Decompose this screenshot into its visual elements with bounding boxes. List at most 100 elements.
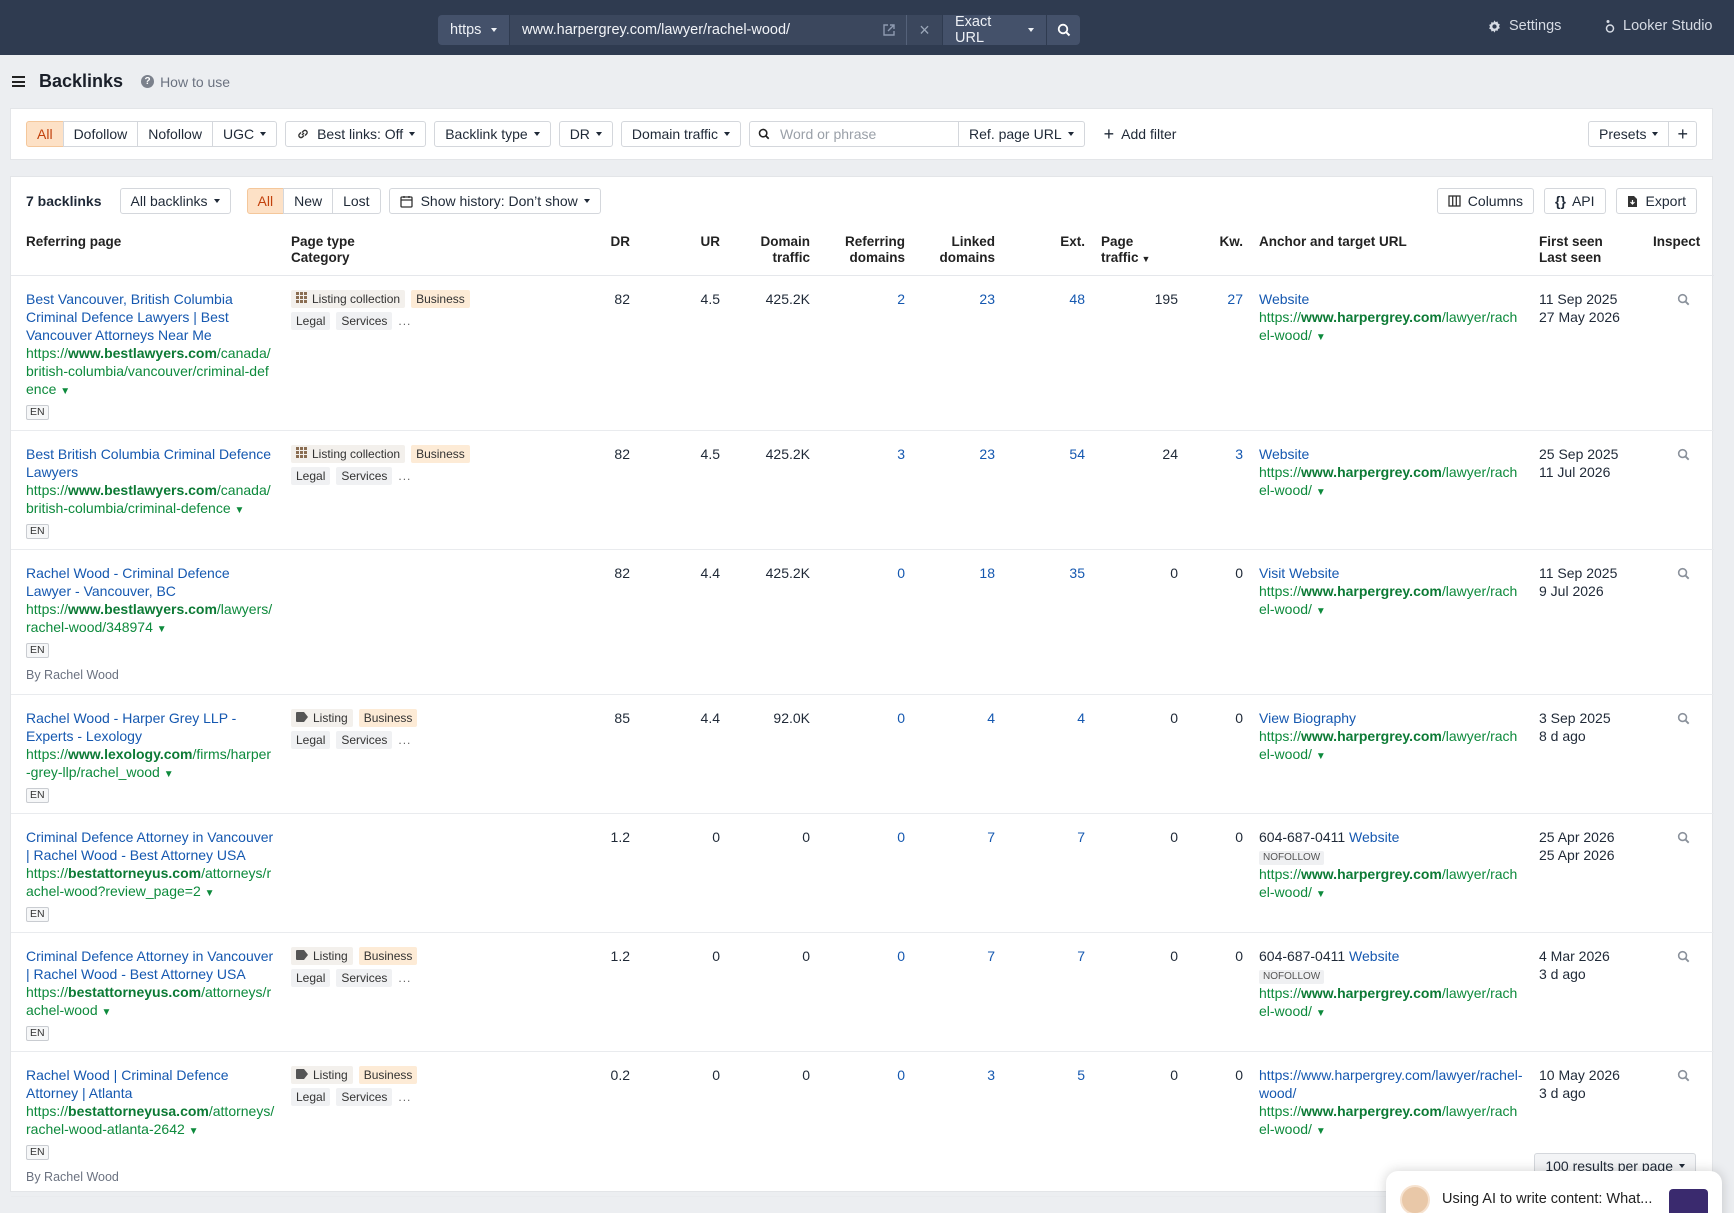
ext-cell[interactable]: 7 [1003,813,1093,933]
col-linked-domains[interactable]: Linked domains [913,225,1003,276]
referring-domains-cell[interactable]: 0 [818,694,913,814]
ext-cell[interactable]: 54 [1003,430,1093,550]
more-categories-button[interactable]: ... [398,467,411,485]
keywords-cell[interactable]: 3 [1186,430,1251,550]
state-lost[interactable]: Lost [332,188,381,214]
referring-page-title[interactable]: Rachel Wood - Harper Grey LLP - Experts … [26,709,275,745]
referring-page-title[interactable]: Criminal Defence Attorney in Vancouver |… [26,828,275,864]
settings-link[interactable]: Settings [1487,18,1561,34]
referring-page-url[interactable]: https://bestattorneyusa.com/attorneys/ra… [26,1102,275,1141]
looker-studio-link[interactable]: Looker Studio [1604,18,1712,34]
chat-widget[interactable]: Using AI to write content: What... [1386,1171,1722,1213]
ext-cell[interactable]: 48 [1003,275,1093,431]
columns-button[interactable]: Columns [1436,188,1535,214]
inspect-search-icon[interactable] [1677,830,1690,848]
linked-domains-cell[interactable]: 23 [913,275,1003,431]
chevron-down-icon[interactable]: ▼ [189,1126,199,1137]
add-filter-button[interactable]: + Add filter [1092,121,1188,147]
more-categories-button[interactable]: ... [398,312,411,330]
filter-nofollow[interactable]: Nofollow [137,121,213,147]
col-page-traffic[interactable]: Page traffic ▼ [1093,225,1186,276]
inspect-search-icon[interactable] [1677,447,1690,465]
mode-select[interactable]: Exact URL [942,15,1046,45]
col-anchor[interactable]: Anchor and target URL [1251,225,1531,276]
all-backlinks-dropdown[interactable]: All backlinks [119,188,231,214]
chevron-down-icon[interactable]: ▼ [60,386,70,397]
backlink-type-dropdown[interactable]: Backlink type [434,121,551,147]
best-links-dropdown[interactable]: Best links: Off [285,121,427,147]
filter-dofollow[interactable]: Dofollow [62,121,139,147]
anchor-link[interactable]: Visit Website [1259,565,1339,581]
linked-domains-cell[interactable]: 7 [913,813,1003,933]
phrase-search-input[interactable]: Word or phrase [749,121,960,147]
referring-page-url[interactable]: https://www.bestlawyers.com/canada/briti… [26,481,275,520]
chevron-down-icon[interactable]: ▼ [157,624,167,635]
target-url[interactable]: https://www.harpergrey.com/lawyer/rachel… [1259,865,1523,904]
search-button[interactable] [1046,15,1080,45]
chevron-down-icon[interactable]: ▼ [205,888,215,899]
referring-page-url[interactable]: https://www.bestlawyers.com/lawyers/rach… [26,600,275,639]
inspect-search-icon[interactable] [1677,1068,1690,1086]
referring-page-url[interactable]: https://bestattorneyus.com/attorneys/rac… [26,864,275,903]
inspect-search-icon[interactable] [1677,711,1690,729]
filter-ugc[interactable]: UGC [211,121,278,147]
export-button[interactable]: Export [1615,188,1697,214]
referring-domains-cell[interactable]: 0 [818,932,913,1052]
referring-page-title[interactable]: Rachel Wood | Criminal Defence Attorney … [26,1066,275,1102]
chevron-down-icon[interactable]: ▼ [1316,606,1326,617]
col-referring-page[interactable]: Referring page [11,225,283,276]
anchor-link[interactable]: View Biography [1259,710,1356,726]
chevron-down-icon[interactable]: ▼ [235,505,245,516]
inspect-search-icon[interactable] [1677,292,1690,310]
col-seen[interactable]: First seen Last seen [1531,225,1645,276]
external-link-icon[interactable] [882,23,896,37]
more-categories-button[interactable]: ... [398,1088,411,1106]
anchor-link[interactable]: Website [1259,291,1309,307]
col-ur[interactable]: UR [638,225,728,276]
referring-page-title[interactable]: Criminal Defence Attorney in Vancouver |… [26,947,275,983]
anchor-link[interactable]: Website [1349,948,1399,964]
referring-domains-cell[interactable]: 0 [818,813,913,933]
target-url[interactable]: https://www.harpergrey.com/lawyer/rachel… [1259,463,1523,502]
referring-page-url[interactable]: https://www.bestlawyers.com/canada/briti… [26,344,275,401]
more-categories-button[interactable]: ... [398,969,411,987]
show-history-dropdown[interactable]: Show history: Don’t show [388,188,601,214]
anchor-link[interactable]: Website [1259,446,1309,462]
linked-domains-cell[interactable]: 23 [913,430,1003,550]
dr-dropdown[interactable]: DR [558,121,613,147]
inspect-search-icon[interactable] [1677,949,1690,967]
referring-domains-cell[interactable]: 0 [818,1051,913,1197]
chevron-down-icon[interactable]: ▼ [1316,1126,1326,1137]
target-url-input[interactable]: www.harpergrey.com/lawyer/rachel-wood/ [510,15,906,45]
ext-cell[interactable]: 5 [1003,1051,1093,1197]
col-domain-traffic[interactable]: Domain traffic [728,225,818,276]
referring-page-title[interactable]: Rachel Wood - Criminal Defence Lawyer - … [26,564,275,600]
target-url[interactable]: https://www.harpergrey.com/lawyer/rachel… [1259,1102,1523,1141]
more-categories-button[interactable]: ... [398,731,411,749]
target-url[interactable]: https://www.harpergrey.com/lawyer/rachel… [1259,308,1523,347]
chevron-down-icon[interactable]: ▼ [1316,1008,1326,1019]
linked-domains-cell[interactable]: 3 [913,1051,1003,1197]
ref-page-url-dropdown[interactable]: Ref. page URL [958,121,1085,147]
ext-cell[interactable]: 7 [1003,932,1093,1052]
presets-dropdown[interactable]: Presets [1588,121,1670,147]
domain-traffic-dropdown[interactable]: Domain traffic [620,121,742,147]
target-url[interactable]: https://www.harpergrey.com/lawyer/rachel… [1259,984,1523,1023]
ext-cell[interactable]: 35 [1003,549,1093,695]
chevron-down-icon[interactable]: ▼ [1316,487,1326,498]
chevron-down-icon[interactable]: ▼ [102,1007,112,1018]
ext-cell[interactable]: 4 [1003,694,1093,814]
col-referring-domains[interactable]: Referring domains [818,225,913,276]
target-url[interactable]: https://www.harpergrey.com/lawyer/rachel… [1259,727,1523,766]
chevron-down-icon[interactable]: ▼ [164,769,174,780]
add-preset-button[interactable]: + [1668,121,1697,147]
referring-domains-cell[interactable]: 0 [818,549,913,695]
referring-page-url[interactable]: https://bestattorneyus.com/attorneys/rac… [26,983,275,1022]
col-dr[interactable]: DR [538,225,638,276]
filter-all[interactable]: All [26,121,64,147]
col-page-type[interactable]: Page type Category [283,225,538,276]
state-all[interactable]: All [246,188,285,214]
inspect-search-icon[interactable] [1677,566,1690,584]
linked-domains-cell[interactable]: 18 [913,549,1003,695]
referring-domains-cell[interactable]: 2 [818,275,913,431]
